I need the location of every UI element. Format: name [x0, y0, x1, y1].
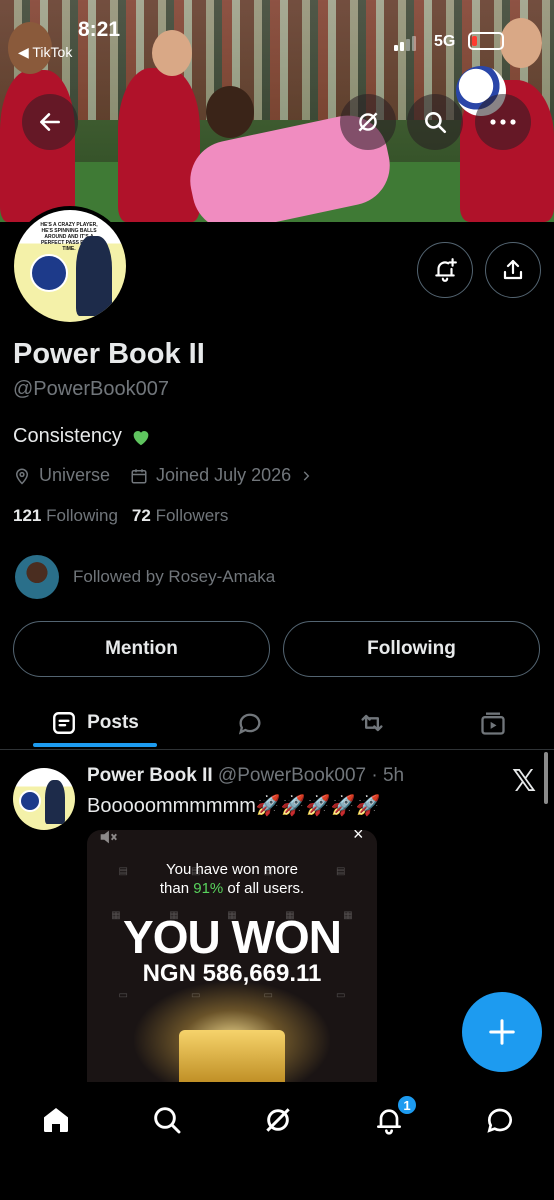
following-button[interactable]: Following [283, 621, 540, 677]
back-button[interactable] [22, 94, 78, 150]
profile-meta: Universe Joined July 2026 [13, 465, 313, 486]
media-subtitle-pre: than [159, 880, 194, 897]
banner-player [118, 68, 200, 222]
bio-text: Consistency [13, 425, 122, 447]
post-author-name[interactable]: Power Book II [87, 765, 213, 786]
chevron-right-icon[interactable] [299, 469, 313, 483]
avatar-inset-photo [30, 254, 68, 292]
calendar-icon [131, 468, 147, 483]
grok-icon [358, 112, 378, 132]
status-time: 8:21 [78, 18, 121, 41]
share-icon [503, 259, 523, 280]
post-handle-time: @PowerBook007 · 5h [217, 765, 405, 786]
notification-badge: 1 [396, 1094, 418, 1116]
green-heart-icon [133, 430, 149, 445]
bell-plus-icon [435, 258, 457, 282]
follower-avatar [15, 555, 59, 599]
profile-avatar[interactable]: HE'S A CRAZY PLAYER, HE'S SPINNING BALLS… [10, 206, 130, 326]
nav-home[interactable] [36, 1100, 76, 1140]
network-type: 5G [434, 33, 456, 50]
followed-by-text: Followed by Rosey-Amaka [73, 567, 276, 586]
user-handle: @PowerBook007 [13, 378, 169, 400]
post-avatar-figure [45, 780, 65, 824]
back-to-app-link[interactable]: ◀ TikTok [18, 44, 72, 61]
avatar-image: HE'S A CRAZY PLAYER, HE'S SPINNING BALLS… [14, 210, 126, 322]
messages-icon [487, 1108, 512, 1133]
followers-count: 72 [131, 506, 151, 525]
trophy-icon [179, 1030, 285, 1082]
nav-grok[interactable] [258, 1100, 298, 1140]
search-button[interactable] [407, 94, 463, 150]
compose-button[interactable] [462, 992, 542, 1072]
battery-icon [468, 32, 504, 50]
grok-button[interactable] [340, 94, 396, 150]
post-avatar-inset [19, 790, 41, 812]
post-media[interactable]: ▤▤▤▤ ▦▦▦▦▦ ▭▭▭▭ × You have won more than… [87, 830, 377, 1082]
mention-button[interactable]: Mention [13, 621, 270, 677]
media-headline: YOU WON [123, 911, 342, 963]
media-icon [481, 712, 505, 735]
nav-search[interactable] [147, 1100, 187, 1140]
x-logo-icon: 𝕏 [512, 765, 537, 798]
profile-tabs: Posts [0, 696, 554, 750]
location-text: Universe [39, 465, 111, 485]
tab-posts[interactable]: Posts [33, 696, 157, 750]
media-subtitle-pct: 91% [193, 880, 224, 897]
following-label: Following [46, 506, 118, 525]
home-icon [44, 1108, 68, 1132]
post-author-avatar[interactable] [13, 768, 75, 830]
mute-icon[interactable] [97, 830, 119, 848]
location-icon [15, 468, 29, 485]
search-icon [154, 1107, 181, 1134]
avatar-figure [76, 236, 112, 316]
scrollbar[interactable] [544, 752, 548, 804]
reply-icon [238, 713, 261, 735]
notify-button[interactable] [417, 242, 473, 298]
media-subtitle-post: of all users. [223, 880, 305, 897]
banner-player-head [206, 86, 254, 138]
media-subtitle: You have won more than 91% of all users. [87, 860, 377, 898]
close-icon[interactable]: × [353, 830, 364, 845]
grok-icon [266, 1108, 290, 1132]
bottom-nav: 1 [0, 1082, 554, 1200]
signal-icon [394, 36, 416, 51]
bio: Consistency [13, 425, 152, 448]
plus-icon [489, 1019, 515, 1045]
posts-icon [53, 712, 76, 734]
followers-link[interactable]: 72 Followers [132, 506, 228, 526]
tab-posts-label: Posts [87, 712, 139, 733]
active-tab-indicator [33, 743, 157, 747]
following-link[interactable]: 121 Following [13, 506, 118, 526]
followed-by-row[interactable]: Followed by Rosey-Amaka [15, 555, 275, 599]
status-bar: 8:21 ◀ TikTok 5G [0, 18, 554, 61]
following-count: 121 [13, 506, 42, 525]
more-button[interactable] [475, 94, 531, 150]
tab-media[interactable] [473, 696, 513, 750]
more-icon [490, 119, 516, 125]
display-name: Power Book II [13, 338, 205, 370]
tab-replies[interactable] [230, 696, 270, 750]
post-header: Power Book II @PowerBook007 · 5h [87, 765, 404, 787]
arrow-left-icon [40, 113, 60, 131]
repost-icon [361, 714, 383, 732]
nav-messages[interactable] [480, 1100, 520, 1140]
post-text: Booooommmmmm🚀🚀🚀🚀🚀 [87, 795, 381, 817]
media-subtitle-line1: You have won more [165, 861, 299, 878]
search-icon [425, 112, 447, 134]
media-subtitle-line2: than 91% of all users. [87, 879, 377, 898]
share-button[interactable] [485, 242, 541, 298]
follow-counts: 121 Following 72 Followers [13, 506, 228, 526]
tab-reposts[interactable] [352, 696, 392, 750]
followers-label: Followers [155, 506, 229, 525]
joined-text: Joined July 2026 [156, 465, 292, 485]
